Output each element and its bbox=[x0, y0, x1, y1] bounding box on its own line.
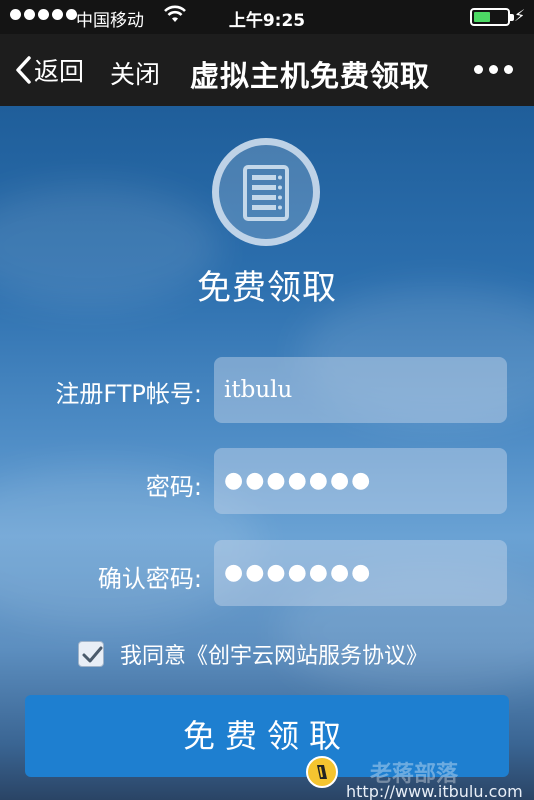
ftp-account-input[interactable]: itbulu bbox=[214, 357, 507, 423]
battery-icon bbox=[470, 8, 514, 26]
password-label: 密码: bbox=[145, 473, 202, 501]
ftp-account-label: 注册FTP帐号: bbox=[55, 380, 202, 408]
chevron-left-icon bbox=[16, 56, 31, 84]
close-button[interactable]: 关闭 bbox=[110, 55, 160, 91]
agreement-checkbox[interactable] bbox=[78, 641, 104, 667]
agreement-row: 我同意《创宇云网站服务协议》 bbox=[78, 638, 428, 670]
page-title: 虚拟主机免费领取 bbox=[190, 59, 431, 93]
status-bar: 中国移动 上午9:25 ⚡ bbox=[0, 0, 534, 34]
form-content-area: 免费领取 注册FTP帐号: itbulu 密码: ●●●●●●● 确认密码: ●… bbox=[0, 106, 534, 800]
form-heading: 免费领取 bbox=[197, 268, 337, 308]
watermark-url: http://www.itbulu.com bbox=[346, 782, 523, 800]
more-dot-icon bbox=[504, 65, 513, 74]
more-options-button[interactable] bbox=[474, 65, 513, 74]
clock-time: 上午9:25 bbox=[228, 11, 306, 31]
agreement-text[interactable]: 我同意《创宇云网站服务协议》 bbox=[120, 638, 428, 670]
more-dot-icon bbox=[474, 65, 483, 74]
back-button[interactable]: 返回 bbox=[14, 52, 84, 88]
back-label: 返回 bbox=[34, 57, 85, 86]
charging-bolt-icon: ⚡ bbox=[514, 6, 526, 25]
watermark-logo-icon bbox=[306, 756, 338, 788]
checkmark-icon bbox=[82, 646, 103, 663]
more-dot-icon bbox=[489, 65, 498, 74]
navigation-bar: 返回 关闭 虚拟主机免费领取 bbox=[0, 34, 534, 106]
password-input[interactable]: ●●●●●●● bbox=[214, 448, 507, 514]
confirm-password-label: 确认密码: bbox=[97, 565, 202, 593]
confirm-password-input[interactable]: ●●●●●●● bbox=[214, 540, 507, 606]
server-logo-icon bbox=[212, 138, 320, 246]
site-watermark: 老蒋部落 http://www.itbulu.com bbox=[306, 756, 534, 800]
